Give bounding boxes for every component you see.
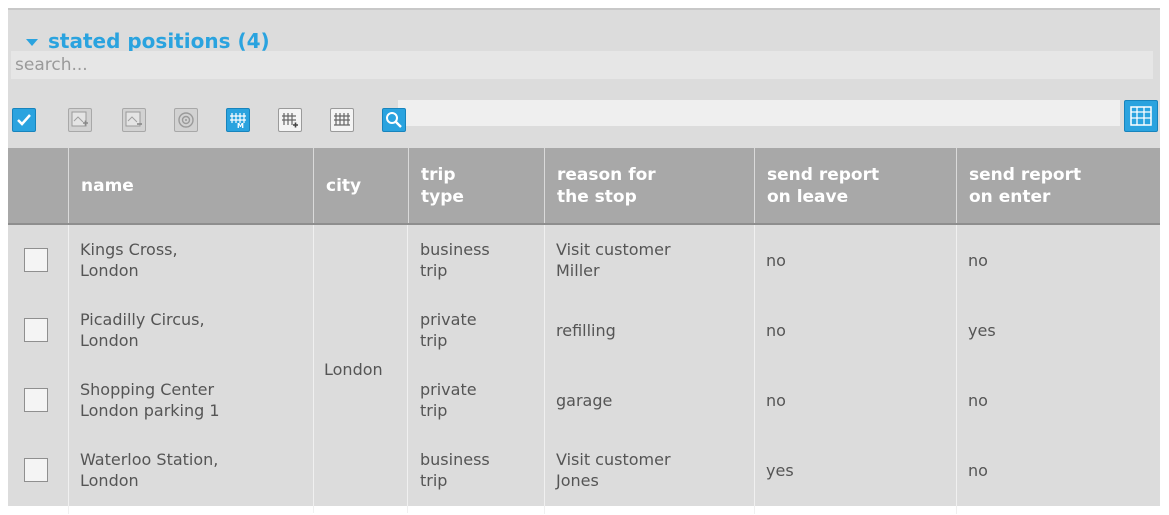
columns-button[interactable] [330,108,354,132]
name-cell: Picadilly Circus, London [80,310,205,350]
table-row[interactable]: Picadilly Circus, London private trip refi… [8,295,1160,365]
table-header: name city trip type reason for the stop se… [8,148,1160,225]
columns-add-button[interactable] [278,108,302,132]
search-button[interactable] [382,108,406,132]
column-header-trip-type[interactable]: trip type [408,148,544,223]
reason-cell: garage [556,390,613,410]
svg-text:M: M [237,122,244,129]
send-report-leave-cell: no [766,320,786,340]
name-cell: Shopping Center London parking 1 [80,380,220,420]
search-input[interactable] [11,51,1153,79]
reason-cell: refilling [556,320,616,340]
trip-type-cell: business trip [420,240,490,280]
row-checkbox[interactable] [24,388,48,412]
send-report-enter-cell: no [968,460,988,480]
columns-plus-icon [282,113,298,128]
column-header-reason[interactable]: reason for the stop [544,148,754,223]
row-checkbox[interactable] [24,248,48,272]
column-header-send-report-enter[interactable]: send report on enter [956,148,1160,223]
trip-type-cell: private trip [420,380,477,420]
trip-type-cell: private trip [420,310,477,350]
reason-cell: Visit customer Jones [556,450,671,490]
checkmark-icon [17,114,31,126]
columns-m-icon: M [230,113,246,129]
reason-cell: Visit customer Miller [556,240,671,280]
grid-view-button[interactable] [1124,100,1158,132]
name-cell: Waterloo Station, London [80,450,219,490]
send-report-leave-cell: yes [766,460,794,480]
stated-positions-panel: stated positions (4) M name city triptyp… [8,8,1160,514]
columns-icon [334,113,350,126]
row-checkbox[interactable] [24,318,48,342]
target-icon [178,112,194,128]
toolbar-strip [398,100,1120,126]
target-button[interactable] [174,108,198,132]
send-report-enter-cell: yes [968,320,996,340]
search-icon [386,112,402,128]
row-checkbox[interactable] [24,458,48,482]
column-header-send-report-leave[interactable]: send report on leave [754,148,956,223]
trip-type-cell: business trip [420,450,490,490]
add-position-button[interactable] [68,108,92,132]
triangle-down-icon[interactable] [26,38,38,46]
panel-top-border [8,8,1160,10]
column-header-city[interactable]: city [313,148,408,223]
mark-map-button[interactable]: M [226,108,250,132]
check-all-button[interactable] [12,108,36,132]
column-header-name[interactable]: name [68,148,313,223]
map-remove-icon [125,111,142,127]
map-add-icon [71,111,88,127]
send-report-leave-cell: no [766,390,786,410]
grid-icon [1130,106,1152,126]
table-row[interactable]: Waterloo Station, London business trip Vis… [8,435,1160,505]
name-cell: Kings Cross, London [80,240,178,280]
send-report-leave-cell: no [766,250,786,270]
section-title: stated positions (4) [48,29,270,53]
remove-position-button[interactable] [122,108,146,132]
table-row[interactable]: Shopping Center London parking 1 private t… [8,365,1160,435]
table-row[interactable]: Kings Cross, London business trip Visit cu… [8,225,1160,295]
send-report-enter-cell: no [968,390,988,410]
send-report-enter-cell: no [968,250,988,270]
header-checkbox-column [8,148,68,223]
